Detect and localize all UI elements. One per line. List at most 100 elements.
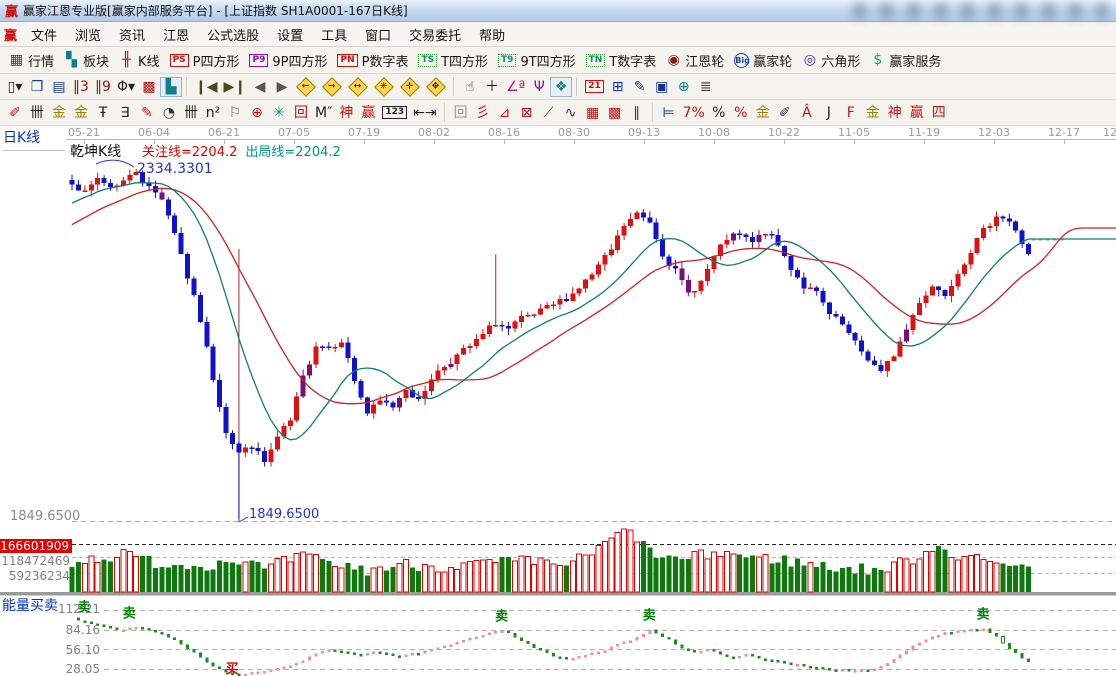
- menu-formula-stock-picker[interactable]: 公式选股: [198, 22, 268, 47]
- compass-tool-icon: ⊕: [250, 106, 265, 120]
- spider-web-icon[interactable]: ✳: [268, 103, 290, 123]
- compress-cross-icon[interactable]: ✛: [397, 77, 423, 97]
- t-square-button[interactable]: TST四方形: [413, 49, 493, 72]
- ray-fan-icon[interactable]: 彡: [472, 103, 494, 123]
- four-line-icon[interactable]: 四: [928, 103, 950, 123]
- pan-hand-icon[interactable]: ☝: [459, 77, 481, 97]
- gold-diag-icon[interactable]: 金: [862, 103, 884, 123]
- scroll-left-icon[interactable]: ←: [293, 77, 319, 97]
- grid-fan-box-icon[interactable]: ⊠: [516, 103, 538, 123]
- kline-style-dropdown-icon[interactable]: ▯▾: [4, 77, 26, 97]
- percent-line-icon[interactable]: %: [730, 103, 752, 123]
- gann-box-tool-icon[interactable]: Ψ: [528, 77, 550, 97]
- t-number-table-button[interactable]: TNT数字表: [581, 49, 662, 72]
- n-squared-icon[interactable]: n²: [202, 103, 224, 123]
- zoom-out-all-icon[interactable]: ✳: [371, 77, 397, 97]
- calculator-icon[interactable]: ⊞: [607, 77, 629, 97]
- winner-wheel-button[interactable]: Big赢家轮: [729, 49, 797, 72]
- draw-pen-2-icon: ✎: [140, 106, 155, 120]
- shen-line-icon[interactable]: 神: [884, 103, 906, 123]
- quotes-button[interactable]: ▦行情: [4, 49, 59, 72]
- frame-grid-icon[interactable]: 回: [450, 103, 472, 123]
- crosshair-icon[interactable]: ＋: [481, 77, 503, 97]
- data-download-icon[interactable]: ⊕: [673, 77, 695, 97]
- menu-gann[interactable]: 江恩: [154, 22, 198, 47]
- wave-mark-icon[interactable]: M″: [312, 103, 335, 123]
- menu-news[interactable]: 资讯: [110, 22, 154, 47]
- menu-file[interactable]: 文件: [22, 22, 66, 47]
- zoom-window-icon[interactable]: ❒: [26, 77, 48, 97]
- spiral-tool-icon[interactable]: ∃: [114, 103, 136, 123]
- last-bar-icon[interactable]: ▶❙: [221, 77, 250, 97]
- level-meter-icon: ⊨: [661, 106, 676, 120]
- scroll-right-icon[interactable]: →: [319, 77, 345, 97]
- zigzag-line-icon: ∿: [563, 106, 578, 120]
- j-line-icon[interactable]: J: [818, 103, 840, 123]
- p-square-label: P四方形: [193, 51, 240, 70]
- gold-square-a-icon[interactable]: 金: [48, 103, 70, 123]
- menu-window[interactable]: 窗口: [356, 22, 400, 47]
- first-bar-icon[interactable]: ❙◀: [192, 77, 221, 97]
- zigzag-line-icon[interactable]: ∿: [560, 103, 582, 123]
- ink-brush-icon[interactable]: ✐: [774, 103, 796, 123]
- cycle-tool-icon[interactable]: ❖: [550, 77, 572, 97]
- win-line-icon[interactable]: 赢: [906, 103, 928, 123]
- single-candle-dropdown-icon[interactable]: Φ▾: [114, 77, 138, 97]
- winner-service-button[interactable]: $赢家服务: [865, 49, 946, 72]
- save-icon[interactable]: ▣: [651, 77, 673, 97]
- menu-settings[interactable]: 设置: [268, 22, 312, 47]
- stretch-horizontal-icon[interactable]: ↔: [345, 77, 371, 97]
- percent-icon[interactable]: %: [708, 103, 730, 123]
- menu-trade-entrust[interactable]: 交易委托: [400, 22, 470, 47]
- red-grid-b-icon[interactable]: ▩: [604, 103, 626, 123]
- win-tool-icon[interactable]: 赢: [357, 103, 379, 123]
- gold-square-b-icon[interactable]: 金: [70, 103, 92, 123]
- bars-9-icon[interactable]: ‖9: [92, 77, 114, 97]
- gann-wheel-button[interactable]: ◉江恩轮: [661, 49, 729, 72]
- menu-help[interactable]: 帮助: [470, 22, 514, 47]
- target-grid-icon[interactable]: 回: [290, 103, 312, 123]
- calendar-21-icon[interactable]: 21: [582, 77, 607, 97]
- draw-pen-icon[interactable]: ✐: [4, 103, 26, 123]
- percent-7-icon[interactable]: 7%: [680, 103, 708, 123]
- nine-t-square-button[interactable]: T99T四方形: [493, 49, 581, 72]
- draw-pen-2-icon[interactable]: ✎: [136, 103, 158, 123]
- nine-p-square-button[interactable]: P99P四方形: [244, 49, 332, 72]
- parallel-lines-icon[interactable]: ∥: [626, 103, 648, 123]
- expand-cross-icon[interactable]: ✥: [423, 77, 449, 97]
- trend-line-icon[interactable]: ⟋: [538, 103, 560, 123]
- flag-tool-icon[interactable]: ⚐: [224, 103, 246, 123]
- tally-lines-icon[interactable]: 卌: [26, 103, 48, 123]
- wave-a-icon[interactable]: Â: [796, 103, 818, 123]
- p-square-button[interactable]: PSP四方形: [165, 49, 245, 72]
- shen-tool-icon[interactable]: 神: [335, 103, 357, 123]
- red-grid-a-icon[interactable]: ▦: [582, 103, 604, 123]
- level-meter-icon[interactable]: ⊨: [658, 103, 680, 123]
- menu-browse[interactable]: 浏览: [66, 22, 110, 47]
- bars-3-icon[interactable]: ‖3: [70, 77, 92, 97]
- pattern-box-icon[interactable]: ▩: [138, 77, 160, 97]
- notes-icon[interactable]: ✎: [629, 77, 651, 97]
- angle-tool-icon[interactable]: ∠ª: [503, 77, 528, 97]
- next-bar-icon[interactable]: ▶: [271, 77, 293, 97]
- sectors-button[interactable]: ▚板块: [59, 49, 114, 72]
- prev-bar-icon[interactable]: ◀: [249, 77, 271, 97]
- wave-a-icon: Â: [799, 106, 814, 120]
- watch-line-value: 关注线=2204.2: [142, 141, 237, 160]
- time-circle-icon[interactable]: ◔: [158, 103, 180, 123]
- tally-lines-2-icon[interactable]: 卌: [180, 103, 202, 123]
- compass-tool-icon[interactable]: ⊕: [246, 103, 268, 123]
- hexagon-button[interactable]: ◎六角形: [797, 49, 865, 72]
- kline-button[interactable]: ╫K线: [114, 49, 165, 72]
- span-arrows-icon[interactable]: ⇤⇥: [410, 103, 439, 123]
- f-line-icon[interactable]: F: [840, 103, 862, 123]
- f-ruler-icon[interactable]: Ŧ: [92, 103, 114, 123]
- gold-circle-icon[interactable]: 金: [752, 103, 774, 123]
- p-number-table-button[interactable]: PNP数字表: [332, 49, 413, 72]
- print-icon[interactable]: ≣: [695, 77, 717, 97]
- tri-fan-icon[interactable]: ⊿: [494, 103, 516, 123]
- volume-profile-icon[interactable]: ▙: [160, 77, 182, 97]
- menu-tools[interactable]: 工具: [312, 22, 356, 47]
- ruler-123-icon[interactable]: 123: [379, 103, 410, 123]
- info-panel-icon[interactable]: ▤: [48, 77, 70, 97]
